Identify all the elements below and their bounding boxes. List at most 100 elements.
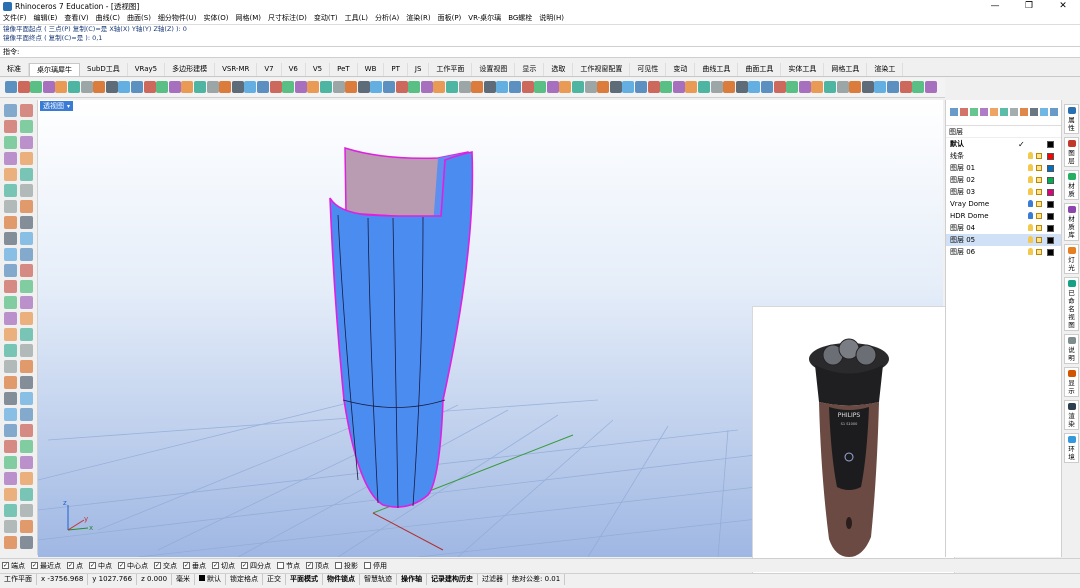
toggle-ortho[interactable]: 正交	[263, 574, 287, 585]
left-tool-icon[interactable]	[20, 280, 33, 293]
toolbar-tool-icon[interactable]	[357, 81, 370, 93]
toolbar-tool-icon[interactable]	[446, 81, 458, 93]
layer-visibility-icon[interactable]	[1028, 152, 1033, 159]
toggle-history[interactable]: 记录建构历史	[427, 574, 479, 585]
toolbar-tool-icon[interactable]	[17, 81, 30, 93]
toolbar-tool-icon[interactable]	[307, 81, 320, 93]
tab-poly[interactable]: 多边形建模	[165, 63, 216, 76]
toolbar-tool-icon[interactable]	[534, 81, 547, 93]
layer-tool-icon[interactable]	[960, 108, 968, 116]
left-tool-icon[interactable]	[20, 456, 33, 469]
toolbar-tool-icon[interactable]	[773, 81, 786, 93]
tab-v7[interactable]: V7	[257, 63, 282, 76]
menu-analyze[interactable]: 分析(A)	[375, 13, 399, 23]
side-tab[interactable]: 图层	[1064, 137, 1079, 167]
toolbar-tool-icon[interactable]	[294, 81, 307, 93]
left-tool-icon[interactable]	[4, 392, 17, 405]
toolbar-tool-icon[interactable]	[597, 81, 610, 93]
left-tool-icon[interactable]	[20, 232, 33, 245]
left-tool-icon[interactable]	[4, 152, 17, 165]
toolbar-tool-icon[interactable]	[622, 81, 635, 93]
toolbar-tool-icon[interactable]	[131, 81, 143, 93]
layer-tool-icon[interactable]	[970, 108, 978, 116]
left-tool-icon[interactable]	[4, 520, 17, 533]
side-tab[interactable]: 灯光	[1064, 244, 1079, 274]
toolbar-tool-icon[interactable]	[408, 81, 421, 93]
menu-bg[interactable]: BG螺栓	[508, 13, 532, 23]
left-tool-icon[interactable]	[20, 376, 33, 389]
left-tool-icon[interactable]	[20, 168, 33, 181]
tab-surface-tools[interactable]: 曲面工具	[738, 63, 782, 76]
osnap-option[interactable]: 投影	[335, 561, 358, 571]
toolbar-tool-icon[interactable]	[269, 81, 282, 93]
toolbar-tool-icon[interactable]	[609, 81, 622, 93]
left-tool-icon[interactable]	[20, 536, 33, 549]
tab-select[interactable]: 选取	[544, 63, 574, 76]
left-tool-icon[interactable]	[4, 408, 17, 421]
tab-viewport-layout[interactable]: 工作视窗配置	[573, 63, 631, 76]
left-tool-icon[interactable]	[4, 344, 17, 357]
left-tool-icon[interactable]	[20, 200, 33, 213]
tab-mesh-tools[interactable]: 网格工具	[824, 63, 868, 76]
osnap-option[interactable]: ✓ 中点	[89, 561, 112, 571]
toolbar-tool-icon[interactable]	[30, 81, 43, 93]
layer-tool-icon[interactable]	[1050, 108, 1058, 116]
layer-visibility-icon[interactable]	[1028, 212, 1033, 219]
left-tool-icon[interactable]	[4, 216, 17, 229]
osnap-option[interactable]: ✓ 端点	[2, 561, 25, 571]
toolbar-tool-icon[interactable]	[647, 81, 660, 93]
menu-file[interactable]: 文件(F)	[3, 13, 27, 23]
layer-tool-icon[interactable]	[990, 108, 998, 116]
osnap-checkbox[interactable]: ✓	[183, 562, 190, 569]
toolbar-tool-icon[interactable]	[433, 81, 446, 93]
toolbar-tool-icon[interactable]	[735, 81, 748, 93]
layer-row[interactable]: 图层 06	[946, 246, 1061, 258]
left-tool-icon[interactable]	[20, 296, 33, 309]
layer-lock-icon[interactable]	[1036, 237, 1042, 243]
tab-custom[interactable]: 桌尔璃犀牛	[29, 63, 80, 76]
left-tool-icon[interactable]	[4, 456, 17, 469]
layer-tool-icon[interactable]	[1000, 108, 1008, 116]
toolbar-tool-icon[interactable]	[156, 81, 169, 93]
toolbar-tool-icon[interactable]	[698, 81, 710, 93]
toolbar-tool-icon[interactable]	[194, 81, 206, 93]
layer-color-swatch[interactable]	[1047, 201, 1054, 208]
layer-tool-icon[interactable]	[1030, 108, 1038, 116]
left-tool-icon[interactable]	[4, 248, 17, 261]
left-tool-icon[interactable]	[4, 376, 17, 389]
menu-tools[interactable]: 工具(L)	[345, 13, 368, 23]
toolbar-tool-icon[interactable]	[572, 81, 584, 93]
menu-vr[interactable]: VR-桌尔璃	[468, 13, 501, 23]
layer-lock-icon[interactable]	[1036, 225, 1042, 231]
layer-visibility-icon[interactable]	[1028, 236, 1033, 243]
toolbar-tool-icon[interactable]	[320, 81, 332, 93]
tab-subd[interactable]: SubD工具	[80, 63, 128, 76]
toolbar-tool-icon[interactable]	[509, 81, 521, 93]
toolbar-tool-icon[interactable]	[282, 81, 295, 93]
tab-vsr[interactable]: VSR-MR	[215, 63, 258, 76]
osnap-option[interactable]: ✓ 交点	[154, 561, 177, 571]
toolbar-tool-icon[interactable]	[420, 81, 433, 93]
side-tab[interactable]: 渲染	[1064, 400, 1079, 430]
menu-mesh[interactable]: 网格(M)	[236, 13, 262, 23]
layer-color-swatch[interactable]	[1047, 237, 1054, 244]
osnap-option[interactable]: ✓ 最近点	[31, 561, 61, 571]
tab-solid-tools[interactable]: 实体工具	[781, 63, 825, 76]
side-tab[interactable]: 说明	[1064, 334, 1079, 364]
menu-help[interactable]: 说明(H)	[539, 13, 564, 23]
toolbar-tool-icon[interactable]	[887, 81, 899, 93]
left-tool-icon[interactable]	[20, 152, 33, 165]
toolbar-tool-icon[interactable]	[874, 81, 887, 93]
side-tab[interactable]: 属性	[1064, 104, 1079, 134]
close-button[interactable]: ✕	[1046, 0, 1080, 12]
osnap-checkbox[interactable]: ✓	[89, 562, 96, 569]
layer-color-swatch[interactable]	[1047, 249, 1054, 256]
left-tool-icon[interactable]	[20, 216, 33, 229]
toggle-grid-snap[interactable]: 锁定格点	[226, 574, 264, 585]
layer-row[interactable]: HDR Dome	[946, 210, 1061, 222]
toggle-planar[interactable]: 平面模式	[286, 574, 324, 585]
toolbar-tool-icon[interactable]	[811, 81, 824, 93]
layer-visibility-icon[interactable]	[1028, 176, 1033, 183]
side-tab[interactable]: 已命名视图	[1064, 277, 1079, 331]
osnap-checkbox[interactable]: ✓	[67, 562, 74, 569]
